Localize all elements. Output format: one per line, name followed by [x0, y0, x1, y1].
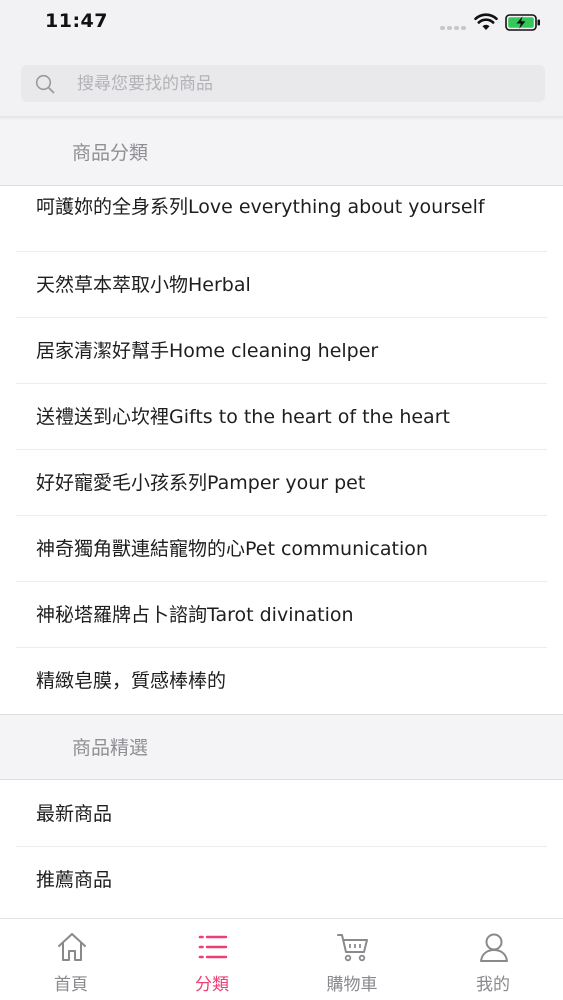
- tab-profile[interactable]: 我的: [423, 919, 563, 1000]
- category-item[interactable]: 天然草本萃取小物Herbal: [0, 252, 563, 318]
- category-item-label: 神奇獨角獸連結寵物的心Pet communication: [36, 538, 428, 560]
- search-input[interactable]: 搜尋您要找的商品: [21, 65, 545, 102]
- cellular-signal-icon: [440, 26, 468, 30]
- category-item[interactable]: 居家清潔好幫手Home cleaning helper: [0, 318, 563, 384]
- category-item[interactable]: 呵護妳的全身系列Love everything about yourself: [0, 186, 563, 252]
- search-placeholder: 搜尋您要找的商品: [77, 74, 213, 94]
- category-item[interactable]: 精緻皂膜，質感棒棒的: [0, 648, 563, 714]
- category-item[interactable]: 神奇獨角獸連結寵物的心Pet communication: [0, 516, 563, 582]
- tab-label: 首頁: [54, 975, 88, 995]
- tab-label: 購物車: [326, 975, 378, 995]
- category-item[interactable]: 神秘塔羅牌占卜諮詢Tarot divination: [0, 582, 563, 648]
- category-item[interactable]: 送禮送到心坎裡Gifts to the heart of the heart: [0, 384, 563, 450]
- search-icon: [35, 74, 55, 94]
- list-icon: [198, 935, 228, 959]
- status-bar: 11:47: [0, 0, 563, 50]
- category-item-label: 送禮送到心坎裡Gifts to the heart of the heart: [36, 406, 450, 428]
- tab-bar: 首頁 分類 購物車 我的: [0, 918, 563, 1000]
- featured-item-label: 推薦商品: [36, 869, 113, 891]
- tab-label: 分類: [195, 975, 229, 995]
- category-item-label: 神秘塔羅牌占卜諮詢Tarot divination: [36, 604, 354, 626]
- tab-home[interactable]: 首頁: [1, 919, 141, 1000]
- category-item-label: 好好寵愛毛小孩系列Pamper your pet: [36, 472, 366, 494]
- home-icon: [58, 933, 86, 961]
- category-item[interactable]: 好好寵愛毛小孩系列Pamper your pet: [0, 450, 563, 516]
- tab-cart[interactable]: 購物車: [282, 919, 422, 1000]
- section-title: 商品分類: [72, 142, 149, 164]
- category-item-label: 精緻皂膜，質感棒棒的: [36, 670, 227, 692]
- tab-label: 我的: [476, 975, 510, 995]
- wifi-icon: [474, 13, 498, 30]
- battery-charging-icon: [505, 14, 540, 31]
- section-header-categories: 商品分類: [0, 120, 563, 186]
- status-time: 11:47: [45, 10, 108, 32]
- featured-item-label: 最新商品: [36, 803, 113, 825]
- user-icon: [480, 933, 508, 962]
- category-item-label: 天然草本萃取小物Herbal: [36, 274, 251, 296]
- tab-category[interactable]: 分類: [142, 919, 282, 1000]
- category-item-label: 居家清潔好幫手Home cleaning helper: [36, 340, 379, 362]
- featured-item[interactable]: 最新商品: [0, 781, 563, 847]
- category-item-label: 呵護妳的全身系列Love everything about yourself: [36, 196, 485, 218]
- search-bar-container: 搜尋您要找的商品: [0, 50, 563, 116]
- section-title: 商品精選: [72, 737, 149, 759]
- featured-item[interactable]: 推薦商品: [0, 847, 563, 913]
- section-header-featured: 商品精選: [0, 714, 563, 780]
- cart-icon: [337, 934, 368, 962]
